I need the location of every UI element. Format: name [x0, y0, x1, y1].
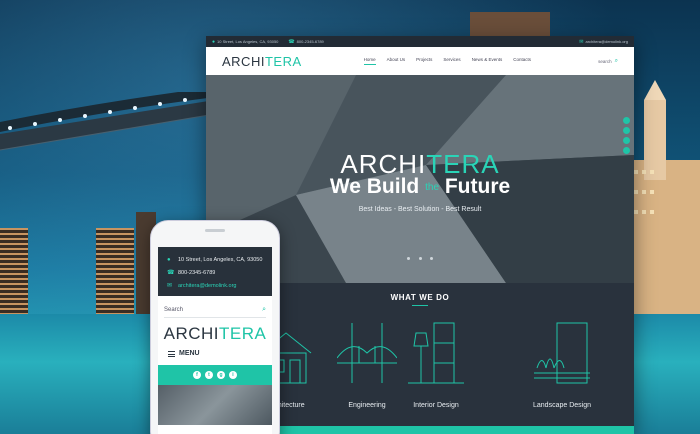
- right-tower-illustration: [630, 80, 700, 320]
- phone-contact-bar: ● 10 Street, Los Angeles, CA, 93050 ☎ 800-…: [158, 247, 272, 296]
- logo-part1: ARCHI: [222, 53, 265, 69]
- phone-email-row[interactable]: ✉ architera@demolink.org: [167, 279, 266, 292]
- lamp-icon: [408, 322, 464, 384]
- location-icon: ●: [167, 256, 171, 263]
- phone-logo-part2: TERA: [219, 324, 267, 343]
- phone-number-text: 800-2345-6789: [178, 269, 216, 276]
- menu-item-home[interactable]: Home: [363, 57, 376, 65]
- phone-menu-button[interactable]: MENU: [168, 350, 272, 357]
- address-info: ● 10 Street, Los Angeles, CA, 93050: [212, 39, 278, 45]
- menu-item-news[interactable]: News & Events: [472, 57, 503, 65]
- phone-info: ☎ 800-2345-6789: [288, 39, 323, 45]
- search-placeholder: Search: [164, 306, 184, 313]
- search-icon[interactable]: ⌕: [615, 58, 618, 65]
- location-icon: ●: [212, 38, 216, 45]
- hero-title-the: the: [425, 181, 440, 193]
- email-link[interactable]: architera@demolink.org: [585, 39, 628, 44]
- social-icon-1[interactable]: [623, 117, 630, 124]
- hero-title: We Build the Future: [206, 175, 634, 199]
- social-icon-3[interactable]: [623, 137, 630, 144]
- phone-phone-row: ☎ 800-2345-6789: [167, 266, 266, 279]
- mail-icon: ✉: [167, 283, 173, 289]
- hero-subtitle: Best Ideas - Best Solution - Best Result: [358, 206, 482, 213]
- twitter-icon[interactable]: t: [205, 371, 213, 379]
- phone-address-text: 10 Street, Los Angeles, CA, 93050: [178, 256, 263, 263]
- hero-title-end: Future: [444, 175, 511, 198]
- service-interior-design[interactable]: Interior Design: [396, 318, 476, 409]
- service-engineering[interactable]: Engineering: [327, 318, 407, 409]
- address-text: 10 Street, Los Angeles, CA, 93050: [217, 38, 279, 44]
- left-building-2: [96, 228, 134, 318]
- slider-dot-2[interactable]: [418, 257, 422, 260]
- phone-logo-part1: ARCHI: [163, 324, 220, 343]
- service-label: Interior Design: [413, 402, 459, 409]
- social-icon-2[interactable]: [623, 127, 630, 134]
- phone-screen: ● 10 Street, Los Angeles, CA, 93050 ☎ 800-…: [158, 247, 272, 434]
- facebook-icon[interactable]: f: [193, 371, 201, 379]
- site-logo[interactable]: ARCHITERA: [222, 54, 302, 69]
- hero-title-start: We Build: [329, 175, 420, 198]
- instagram-icon[interactable]: i: [229, 371, 237, 379]
- hamburger-icon[interactable]: [168, 350, 175, 357]
- phone-email-link[interactable]: architera@demolink.org: [178, 283, 236, 289]
- service-landscape-design[interactable]: Landscape Design: [522, 318, 602, 409]
- slider-dot-1[interactable]: [407, 257, 411, 260]
- service-label: Engineering: [348, 402, 386, 409]
- phone-logo[interactable]: ARCHITERA: [158, 324, 272, 344]
- menu-item-about[interactable]: About Us: [387, 57, 406, 65]
- search-icon[interactable]: ⌕: [262, 306, 266, 314]
- search-label[interactable]: search: [598, 59, 612, 64]
- top-info-bar: ● 10 Street, Los Angeles, CA, 93050 ☎ 800-…: [206, 36, 634, 47]
- search-box[interactable]: search ⌕: [598, 58, 618, 65]
- bridge-illustration: [0, 92, 215, 151]
- menu-item-contacts[interactable]: Contacts: [513, 57, 531, 65]
- service-label: Landscape Design: [533, 402, 591, 409]
- top-building: [470, 12, 550, 38]
- main-navbar: ARCHITERA Home About Us Projects Service…: [206, 47, 634, 75]
- phone-icon: ☎: [288, 38, 295, 45]
- google-icon[interactable]: g: [217, 371, 225, 379]
- phone-mockup: ● 10 Street, Los Angeles, CA, 93050 ☎ 800-…: [150, 220, 280, 434]
- menu-item-services[interactable]: Services: [443, 57, 460, 65]
- logo-part2: TERA: [264, 53, 302, 69]
- menu-item-projects[interactable]: Projects: [416, 57, 432, 65]
- phone-hero-image: [158, 385, 272, 425]
- main-menu: Home About Us Projects Services News & E…: [363, 57, 531, 65]
- menu-label: MENU: [179, 350, 200, 357]
- phone-icon: ☎: [167, 270, 175, 276]
- email-info[interactable]: ✉ architera@demolink.org: [579, 39, 628, 45]
- phone-speaker: [205, 229, 225, 232]
- plants-icon: [534, 322, 590, 384]
- left-building-1: [0, 228, 28, 318]
- bridge-icon: [337, 323, 397, 383]
- phone-text: 800-2345-6789: [296, 38, 324, 44]
- phone-social-bar: f t g i: [158, 365, 272, 385]
- mail-icon: ✉: [579, 38, 584, 45]
- title-underline: [412, 305, 428, 306]
- slider-dot-3[interactable]: [429, 257, 433, 260]
- phone-address-row: ● 10 Street, Los Angeles, CA, 93050: [167, 253, 266, 266]
- phone-search-input[interactable]: Search ⌕: [164, 302, 266, 318]
